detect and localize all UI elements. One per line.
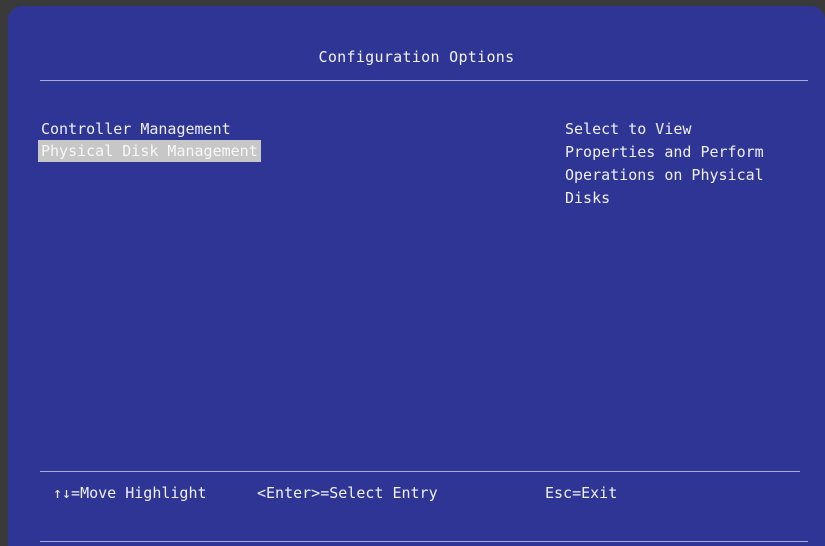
configuration-menu: Controller Management Physical Disk Mana… — [38, 118, 261, 162]
page-title: Configuration Options — [318, 48, 515, 66]
select-entry-hint: <Enter>=Select Entry — [257, 484, 438, 502]
key-hints-bar: ↑↓=Move Highlight <Enter>=Select Entry E… — [8, 484, 825, 508]
bottom-divider — [40, 541, 808, 542]
footer-divider — [40, 471, 800, 472]
menu-item-physical-disk-management[interactable]: Physical Disk Management — [38, 140, 261, 162]
exit-hint: Esc=Exit — [545, 484, 618, 502]
menu-item-controller-management[interactable]: Controller Management — [38, 118, 234, 140]
help-description: Select to View Properties and Perform Op… — [565, 120, 764, 207]
move-highlight-hint: ↑↓=Move Highlight — [53, 484, 207, 502]
title-divider — [40, 80, 808, 81]
bios-configuration-screen: Configuration Options Controller Managem… — [8, 6, 825, 546]
